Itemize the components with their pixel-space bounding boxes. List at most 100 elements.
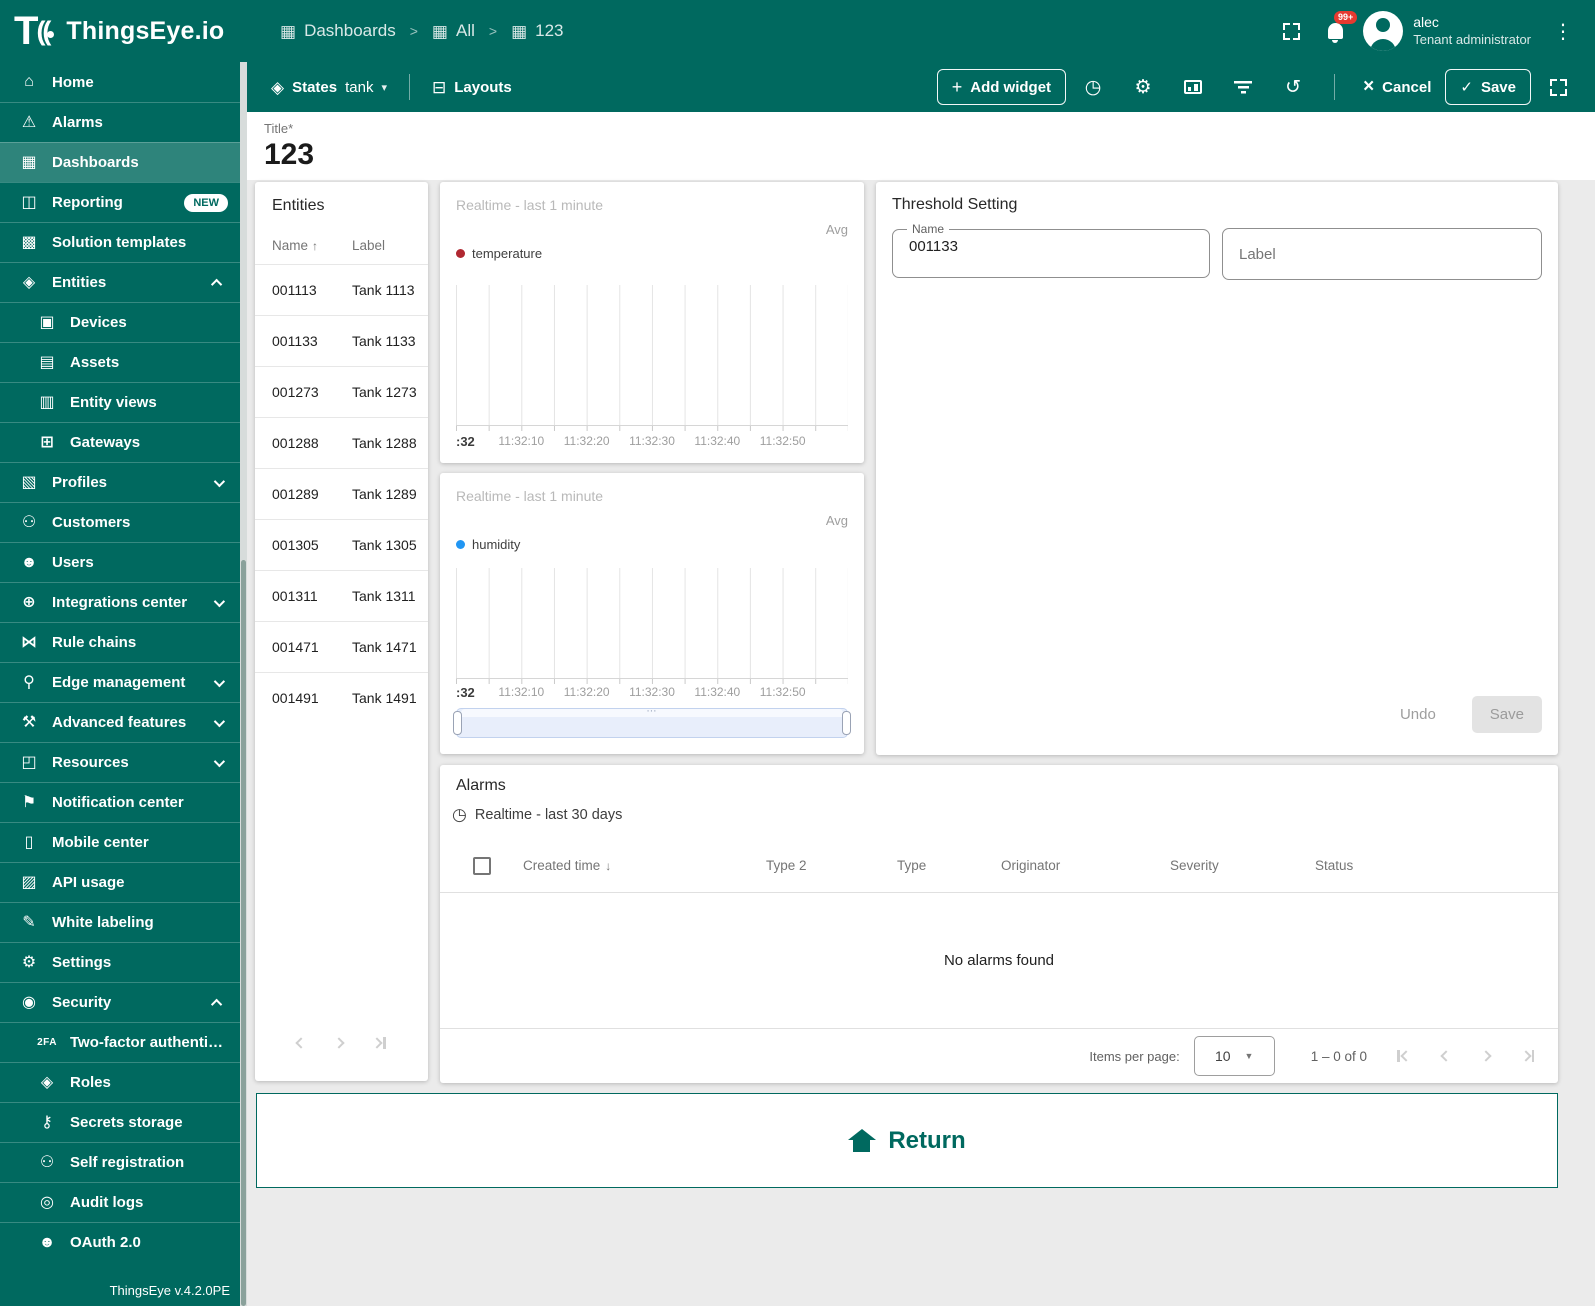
title-field-label: Title* [264,121,294,136]
sidebar-item-mobile-center[interactable]: ▯ Mobile center [0,822,240,862]
label-input[interactable] [1222,228,1542,280]
table-row[interactable]: 001491 Tank 1491 [255,672,428,723]
manage-layouts-button[interactable] [1170,67,1216,107]
prev-page-button[interactable] [1439,1050,1452,1062]
sidebar-item-solution-templates[interactable]: ▩ Solution templates [0,222,240,262]
filter-button[interactable] [1220,67,1266,107]
states-value[interactable]: tank [345,79,373,96]
sidebar-item-resources[interactable]: ◰ Resources [0,742,240,782]
legend-humidity[interactable]: humidity [456,537,520,552]
states-label: States [292,78,338,96]
sidebar-item-entities[interactable]: ◈ Entities [0,262,240,302]
fullscreen-button[interactable] [1269,9,1313,53]
items-per-page-select[interactable]: 10 ▼ [1193,1036,1275,1076]
sidebar-item-white-labeling[interactable]: ✎ White labeling [0,902,240,942]
sidebar: ⌂ Home ⚠ Alarms ▦ Dashboards ◫ Reporting NEW … [0,62,240,1306]
next-page-button[interactable] [333,1037,345,1049]
alarms-pagination: Items per page: 10 ▼ 1 – 0 of 0 [440,1028,1558,1083]
table-row[interactable]: 001471 Tank 1471 [255,621,428,672]
sidebar-item-roles[interactable]: ◈ Roles [0,1062,240,1102]
sidebar-item-audit-logs[interactable]: ◎ Audit logs [0,1182,240,1222]
sidebar-item-two-factor[interactable]: 2FATwo-factor authenticati… [0,1022,240,1062]
sidebar-item-notification-center[interactable]: ⚑ Notification center [0,782,240,822]
entities-rows: 001113 Tank 1113 001133 Tank 1133 001273 Ta… [255,264,428,723]
page-range-label: 1 – 0 of 0 [1310,1048,1367,1064]
legend-temperature[interactable]: temperature [456,246,542,261]
sidebar-item-security[interactable]: ◉ Security [0,982,240,1022]
dashboard-settings-button[interactable]: ⚙ [1120,67,1166,107]
next-page-button[interactable] [1479,1050,1492,1062]
legend-label: humidity [472,537,521,552]
fullscreen-toggle-button[interactable] [1535,67,1581,107]
edge-management-icon: ⚲ [23,673,35,691]
undo-button[interactable]: Undo [1390,698,1446,731]
prev-page-button[interactable] [295,1037,307,1049]
chevron-down-icon[interactable]: ▾ [381,81,387,94]
version-history-button[interactable]: ↺ [1270,67,1316,107]
name-input[interactable] [905,236,1179,255]
time-range-selector[interactable]: ⋯ [453,707,851,738]
cancel-button[interactable]: × Cancel [1353,76,1441,98]
scrollbar-thumb[interactable] [241,559,246,1306]
sidebar-item-users[interactable]: ☻ Users [0,542,240,582]
select-all-checkbox[interactable] [473,856,491,875]
notification-badge: 99+ [1333,11,1358,24]
threshold-save-button[interactable]: Save [1471,696,1542,733]
selector-grip-icon[interactable]: ⋯ [647,707,658,717]
return-button[interactable]: Return [256,1093,1558,1188]
alarms-timewindow-button[interactable]: ◷ Realtime - last 30 days [452,805,622,825]
last-page-button[interactable] [1519,1050,1534,1062]
notifications-button[interactable]: 99+ [1313,9,1358,53]
sidebar-scrollbar[interactable] [240,62,247,1306]
humidity-series-dot [456,540,465,549]
last-page-button[interactable] [371,1037,386,1049]
breadcrumb-all[interactable]: ▦ All [432,21,475,41]
table-row[interactable]: 001288 Tank 1288 [255,417,428,468]
selector-right-handle[interactable] [842,711,851,735]
timewindow-button[interactable]: ◷ [1070,67,1116,107]
breadcrumb-dashboards[interactable]: ▦ Dashboards [280,21,396,41]
table-row[interactable]: 001305 Tank 1305 [255,519,428,570]
sidebar-item-assets[interactable]: ▤ Assets [0,342,240,382]
title-field-value[interactable]: 123 [264,138,1595,171]
sidebar-item-dashboards[interactable]: ▦ Dashboards [0,142,240,182]
sidebar-item-alarms[interactable]: ⚠ Alarms [0,102,240,142]
selector-left-handle[interactable] [453,711,462,735]
sidebar-item-reporting[interactable]: ◫ Reporting NEW [0,182,240,222]
table-row[interactable]: 001273 Tank 1273 [255,366,428,417]
name-field-label: Name [912,222,945,236]
table-row[interactable]: 001133 Tank 1133 [255,315,428,366]
sort-desc-icon: ↓ [605,858,612,873]
sidebar-item-rule-chains[interactable]: ⋈ Rule chains [0,622,240,662]
table-row[interactable]: 001113 Tank 1113 [255,264,428,315]
sidebar-item-settings[interactable]: ⚙ Settings [0,942,240,982]
sidebar-item-self-registration[interactable]: ⚇ Self registration [0,1142,240,1182]
sidebar-item-integrations-center[interactable]: ⊕ Integrations center [0,582,240,622]
sidebar-item-edge-management[interactable]: ⚲ Edge management [0,662,240,702]
add-widget-button[interactable]: + Add widget [936,69,1067,105]
more-menu-button[interactable]: ⋮ [1545,19,1581,44]
user-avatar[interactable] [1363,11,1404,51]
brand-logo[interactable]: T(( ThingsEye.io [0,11,250,51]
sidebar-item-entity-views[interactable]: ▥ Entity views [0,382,240,422]
table-row[interactable]: 001311 Tank 1311 [255,570,428,621]
sidebar-item-oauth[interactable]: ☻ OAuth 2.0 [0,1222,240,1262]
sidebar-item-home[interactable]: ⌂ Home [0,62,240,102]
clock-icon: ◷ [452,805,467,824]
sidebar-item-api-usage[interactable]: ▨ API usage [0,862,240,902]
sidebar-item-advanced-features[interactable]: ⚒ Advanced features [0,702,240,742]
first-page-button[interactable] [1397,1050,1412,1062]
sidebar-item-customers[interactable]: ⚇ Customers [0,502,240,542]
table-row[interactable]: 001289 Tank 1289 [255,468,428,519]
chart-x-labels: :32 11:32:10 11:32:20 11:32:30 11:32:40 … [456,685,806,700]
sidebar-item-devices[interactable]: ▣ Devices [0,302,240,342]
save-button[interactable]: ✓ Save [1445,69,1531,105]
breadcrumb-current[interactable]: ▦ 123 [511,21,563,41]
items-per-page-label: Items per page: [1089,1048,1180,1064]
sidebar-item-gateways[interactable]: ⊞ Gateways [0,422,240,462]
layouts-button[interactable]: Layouts [454,79,512,96]
sidebar-item-profiles[interactable]: ▧ Profiles [0,462,240,502]
column-name[interactable]: Name ↑ [272,238,352,253]
column-created-time[interactable]: Created time ↓ [523,858,766,873]
sidebar-item-secrets-storage[interactable]: ⚷ Secrets storage [0,1102,240,1142]
